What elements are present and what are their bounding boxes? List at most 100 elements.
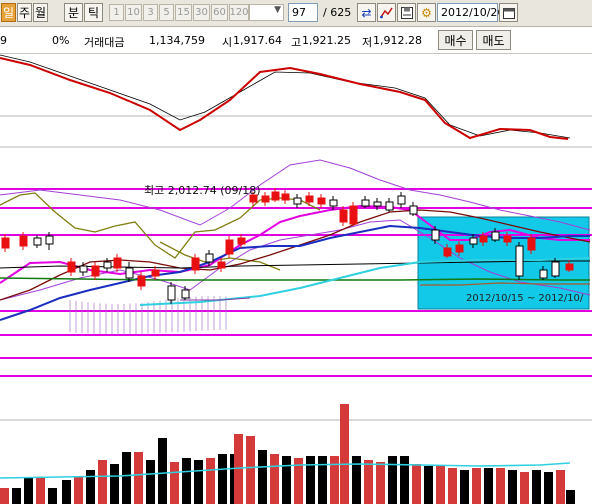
interval-1-button[interactable]: 1: [109, 4, 124, 21]
candle-body: [515, 245, 524, 277]
period-month-button[interactable]: 월: [33, 3, 48, 22]
interval-60-button[interactable]: 60: [211, 4, 228, 21]
candle-body: [443, 247, 452, 257]
lower-violet-line: [180, 297, 251, 301]
open-value: 1,917.64: [233, 34, 282, 47]
volume-bar: [110, 464, 119, 504]
chevron-down-icon: ▼: [274, 5, 281, 15]
volume-bar: [484, 468, 493, 504]
save-icon[interactable]: [397, 3, 416, 22]
toolbar: 일 주 월 분 틱 1 10 3 5 15 30 60 120 ▼ 97 / 6…: [0, 0, 592, 27]
volume-bar: [98, 460, 107, 504]
period-week-button[interactable]: 주: [17, 3, 32, 22]
volume-bar: [352, 456, 361, 504]
candle-body: [385, 201, 394, 211]
interval-120-button[interactable]: 120: [229, 4, 249, 21]
candle-body: [479, 235, 488, 243]
volume-bar: [436, 466, 445, 504]
chart-window: 일 주 월 분 틱 1 10 3 5 15 30 60 120 ▼ 97 / 6…: [0, 0, 592, 504]
candle-body: [237, 237, 246, 245]
volume-bar: [364, 460, 373, 504]
change-percent: 0%: [52, 34, 70, 47]
candle-body: [455, 244, 464, 253]
volume-bar: [182, 458, 191, 504]
volume-bar: [48, 488, 57, 504]
count-input[interactable]: 97: [288, 3, 318, 22]
candle-body: [205, 253, 214, 263]
volume-bar: [424, 466, 433, 504]
candle-body: [565, 263, 574, 271]
volume-bar: [270, 454, 279, 504]
volume-bar: [170, 462, 179, 504]
period-minute-button[interactable]: 분: [64, 3, 83, 22]
interval-3-button[interactable]: 3: [143, 4, 158, 21]
volume-bar: [566, 490, 575, 504]
candle-body: [261, 195, 270, 203]
candle-body: [217, 261, 226, 269]
calendar-icon[interactable]: [499, 3, 518, 22]
line-tool-icon[interactable]: [377, 3, 396, 22]
candle-body: [373, 201, 382, 207]
volume-bar: [194, 460, 203, 504]
volume-bar: [134, 452, 143, 504]
volume-bar: [330, 456, 339, 504]
candle-body: [191, 257, 200, 271]
interval-30-button[interactable]: 30: [193, 4, 210, 21]
volume-bar: [520, 472, 529, 504]
volume-bar: [388, 456, 397, 504]
price-info-bar: 9 0% 거래대금 1,134,759 시 1,917.64 고 1,921.2…: [0, 27, 592, 54]
buy-button[interactable]: 매수: [438, 30, 473, 50]
candle-body: [409, 205, 418, 215]
amount-value: 1,134,759: [149, 34, 205, 47]
candle-body: [1, 237, 10, 249]
volume-bar: [472, 468, 481, 504]
candle-body: [491, 231, 500, 241]
sell-button[interactable]: 매도: [476, 30, 511, 50]
volume-bar: [74, 476, 83, 504]
range-label: 2012/10/15 ~ 2012/10/: [466, 293, 584, 304]
candle-body: [19, 235, 28, 247]
candle-body: [503, 235, 512, 243]
volume-bar: [318, 456, 327, 504]
volume-bar: [282, 456, 291, 504]
candle-body: [551, 261, 560, 277]
period-day-button[interactable]: 일: [1, 3, 16, 22]
volume-bar: [258, 450, 267, 504]
volume-bar: [146, 460, 155, 504]
arrows-icon[interactable]: ⇄: [357, 3, 376, 22]
volume-bar: [24, 478, 33, 504]
candle-body: [469, 237, 478, 245]
volume-bar: [12, 488, 21, 504]
candle-body: [293, 197, 302, 205]
volume-bar: [340, 404, 349, 504]
gear-icon[interactable]: ⚙: [417, 3, 436, 22]
candle-body: [281, 193, 290, 201]
volume-bar: [62, 480, 71, 504]
interval-15-button[interactable]: 15: [175, 4, 192, 21]
low-value: 1,912.28: [373, 34, 422, 47]
candle-body: [113, 257, 122, 269]
volume-bar: [206, 458, 215, 504]
volume-bar: [122, 452, 131, 504]
date-input[interactable]: 2012/10/26: [437, 3, 504, 22]
volume-bar: [496, 468, 505, 504]
candle-body: [527, 237, 536, 251]
high-value: 1,921.25: [302, 34, 351, 47]
interval-dropdown[interactable]: ▼: [249, 4, 284, 21]
volume-bars: [0, 404, 575, 504]
interval-10-button[interactable]: 10: [125, 4, 142, 21]
candle-body: [431, 229, 440, 241]
amount-label: 거래대금: [84, 36, 125, 49]
interval-5-button[interactable]: 5: [159, 4, 174, 21]
change-value: 9: [0, 34, 7, 47]
period-tick-button[interactable]: 틱: [84, 3, 103, 22]
open-label: 시: [222, 36, 233, 49]
volume-bar: [400, 456, 409, 504]
chart-area[interactable]: 최고 2,012.74 (09/18) 2012/10/15 ~ 2012/10…: [0, 54, 592, 504]
volume-bar: [36, 478, 45, 504]
candle-body: [349, 205, 358, 225]
volume-bar: [246, 436, 255, 504]
volume-bar: [218, 454, 227, 504]
high-label: 고: [291, 36, 302, 49]
indicator-slow-line: [0, 54, 571, 139]
